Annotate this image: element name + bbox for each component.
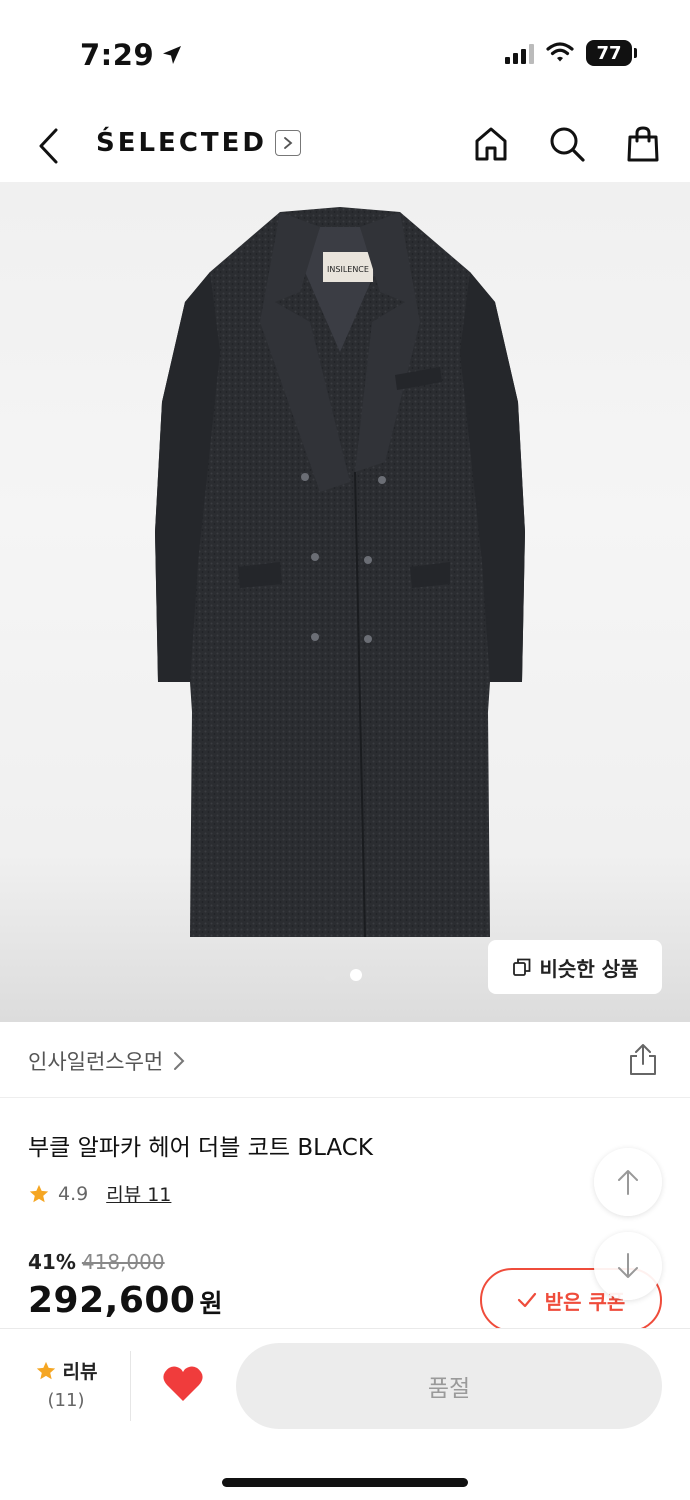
- similar-products-button[interactable]: 비슷한 상품: [488, 940, 662, 994]
- back-chevron-icon: [39, 128, 58, 164]
- signal-icon: [505, 42, 534, 64]
- store-brand-link[interactable]: ŚELECTED: [96, 128, 301, 158]
- back-button[interactable]: [28, 124, 68, 168]
- brand-link[interactable]: 인사일런스우먼: [28, 1046, 185, 1076]
- rating-row: 4.9 리뷰 11: [28, 1180, 171, 1207]
- shopping-bag-icon: [627, 126, 659, 162]
- home-indicator: [222, 1478, 468, 1487]
- scroll-bottom-button[interactable]: [594, 1232, 662, 1300]
- search-button[interactable]: [548, 122, 586, 166]
- discount-row: 41% 418,000: [28, 1250, 165, 1274]
- star-icon: [29, 1184, 49, 1202]
- share-button[interactable]: [628, 1042, 658, 1080]
- copy-icon: [512, 958, 530, 976]
- brand-row: 인사일런스우먼: [0, 1022, 690, 1098]
- nav-bar: ŚELECTED: [0, 110, 690, 182]
- arrow-up-icon: [618, 1170, 638, 1195]
- coat-label-text: INSILENCE: [327, 265, 369, 274]
- pager-dot[interactable]: [324, 969, 336, 981]
- review-summary-top: 리뷰: [30, 1357, 102, 1384]
- cart-button[interactable]: [624, 122, 662, 166]
- home-button[interactable]: [472, 122, 510, 166]
- check-icon: [517, 1292, 536, 1308]
- original-price: 418,000: [81, 1250, 165, 1274]
- status-bar: 7:29 77: [0, 0, 690, 110]
- bottom-action-bar: 리뷰 (11) 품절: [0, 1328, 690, 1500]
- battery-icon: 77: [586, 40, 637, 66]
- price-row: 292,600 원: [28, 1280, 222, 1321]
- status-time: 7:29: [80, 38, 184, 72]
- product-image-carousel[interactable]: INSILENCE 비슷한 상품: [0, 182, 690, 1022]
- chevron-right-icon: [274, 130, 301, 156]
- wishlist-button[interactable]: [162, 1365, 204, 1407]
- home-icon: [475, 127, 507, 161]
- store-brand-title: ŚELECTED: [96, 128, 267, 158]
- coat-image: INSILENCE: [155, 207, 525, 938]
- chevron-right-icon: [174, 1052, 185, 1070]
- product-title: 부클 알파카 헤어 더블 코트 BLACK: [28, 1135, 373, 1161]
- star-icon: [36, 1361, 55, 1379]
- nav-actions: [472, 122, 662, 166]
- similar-products-label: 비슷한 상품: [539, 956, 639, 981]
- battery-level: 77: [596, 42, 622, 64]
- review-summary-button[interactable]: 리뷰 (11): [30, 1357, 102, 1411]
- pager-dot-active[interactable]: [350, 969, 362, 981]
- discount-rate: 41%: [28, 1250, 76, 1274]
- time-text: 7:29: [80, 38, 155, 72]
- review-summary-count: (11): [47, 1390, 85, 1411]
- review-summary-label: 리뷰: [62, 1361, 98, 1383]
- heart-icon: [163, 1366, 203, 1401]
- sold-out-button[interactable]: 품절: [236, 1343, 662, 1429]
- share-icon: [630, 1044, 656, 1075]
- sale-price: 292,600: [28, 1280, 196, 1321]
- arrow-down-icon: [618, 1253, 638, 1278]
- brand-name-text: 인사일런스우먼: [28, 1050, 164, 1074]
- review-link[interactable]: 리뷰 11: [106, 1180, 171, 1207]
- sold-out-label: 품절: [427, 1376, 471, 1402]
- rating-value: 4.9: [58, 1182, 89, 1205]
- location-arrow-icon: [163, 46, 182, 64]
- status-indicators: 77: [505, 40, 637, 66]
- currency-unit: 원: [199, 1289, 223, 1318]
- search-icon: [550, 127, 585, 162]
- carousel-pager: [324, 969, 362, 981]
- wifi-icon: [546, 42, 574, 62]
- bottom-divider: [130, 1351, 131, 1421]
- scroll-top-button[interactable]: [594, 1148, 662, 1216]
